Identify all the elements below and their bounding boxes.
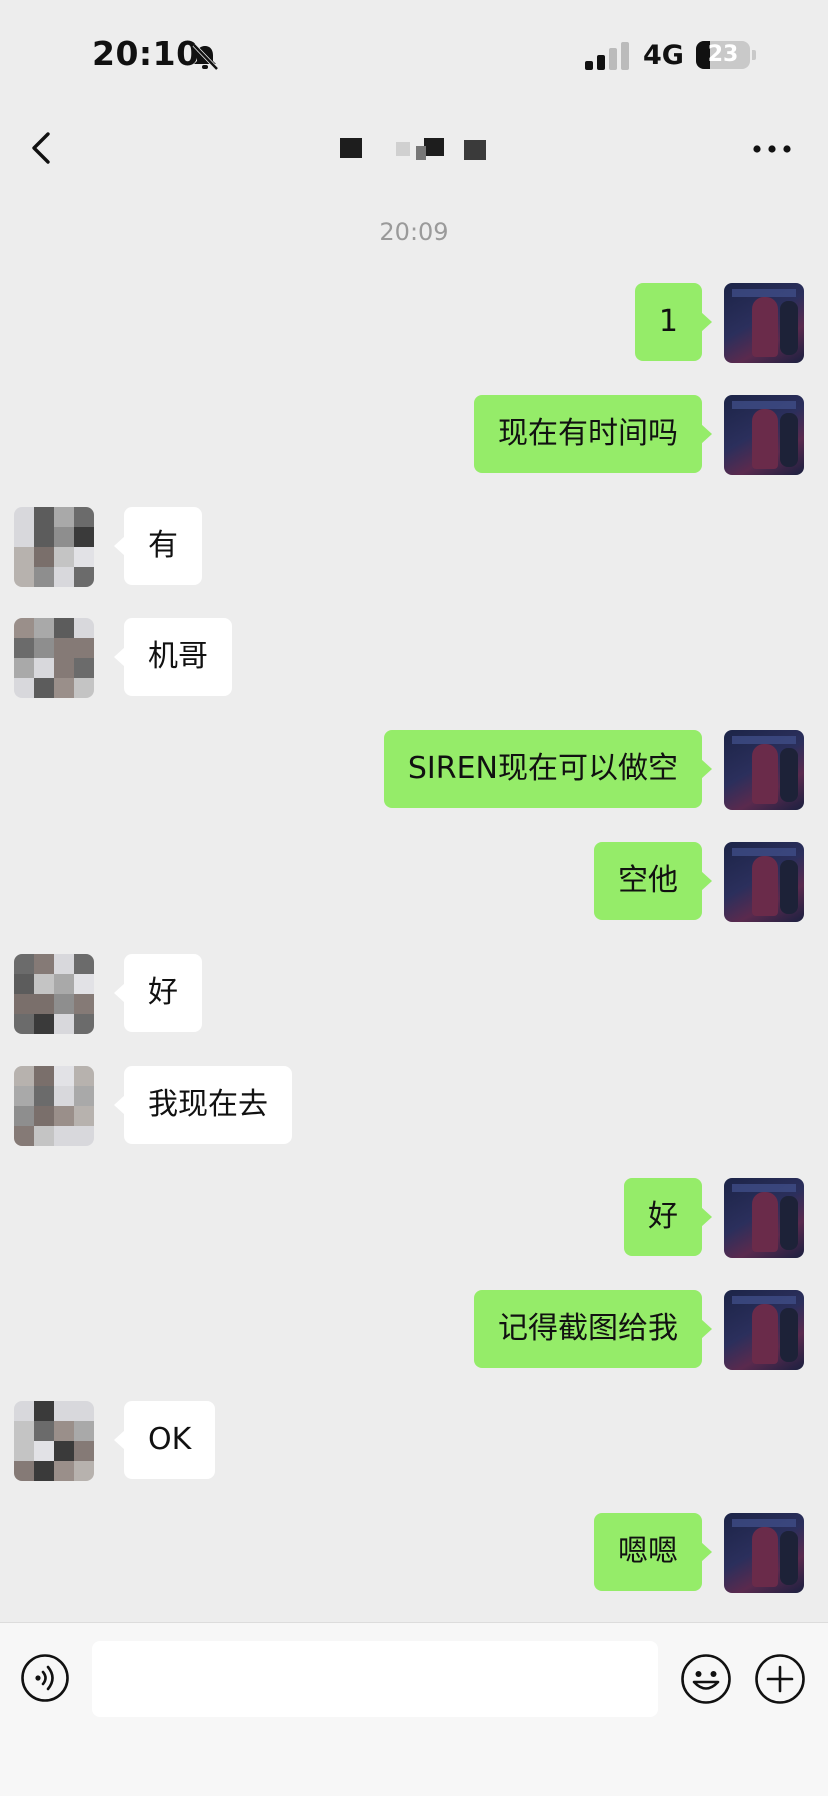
more-dots-icon[interactable] [752, 144, 792, 154]
message-bubble[interactable]: 1 [634, 283, 713, 361]
message-incoming: OK [0, 1401, 828, 1481]
message-incoming: 好 [0, 954, 828, 1034]
emoji-icon[interactable] [680, 1653, 732, 1705]
message-timestamp: 20:09 [379, 218, 449, 246]
message-outgoing: 空他 [0, 842, 828, 922]
message-incoming: 有 [0, 507, 828, 587]
message-bubble[interactable]: 机哥 [114, 618, 232, 696]
avatar-self[interactable] [724, 730, 804, 810]
plus-icon[interactable] [754, 1653, 806, 1705]
chat-header [0, 110, 828, 185]
bell-slash-icon [192, 43, 219, 71]
avatar-self[interactable] [724, 1513, 804, 1593]
message-bubble[interactable]: 好 [114, 954, 202, 1032]
message-bubble[interactable]: 有 [114, 507, 202, 585]
message-bubble[interactable]: OK [113, 1401, 216, 1479]
message-input[interactable] [92, 1641, 658, 1717]
message-outgoing: SIREN现在可以做空 [0, 730, 828, 810]
battery-tip [752, 50, 756, 60]
message-outgoing: 记得截图给我 [0, 1290, 828, 1370]
message-outgoing: 好 [0, 1178, 828, 1258]
network-type: 4G [643, 40, 684, 71]
message-incoming: 我现在去 [0, 1066, 828, 1146]
message-bubble[interactable]: 我现在去 [114, 1066, 292, 1144]
message-bubble[interactable]: 空他 [594, 842, 712, 920]
signal-icon [585, 42, 629, 70]
message-incoming: 机哥 [0, 618, 828, 698]
avatar-self[interactable] [724, 283, 804, 363]
avatar-contact[interactable] [14, 954, 94, 1034]
status-time: 20:10 [92, 34, 200, 73]
message-bubble[interactable]: SIREN现在可以做空 [383, 730, 713, 808]
avatar-self[interactable] [724, 842, 804, 922]
message-bubble[interactable]: 记得截图给我 [474, 1290, 712, 1368]
status-bar: 20:10 4G 23 [0, 0, 828, 110]
voice-icon[interactable] [20, 1653, 70, 1703]
message-bubble[interactable]: 嗯嗯 [594, 1513, 712, 1591]
message-bubble[interactable]: 现在有时间吗 [474, 395, 712, 473]
message-bubble[interactable]: 好 [624, 1178, 712, 1256]
avatar-contact[interactable] [14, 1401, 94, 1481]
input-bar [0, 1622, 828, 1796]
battery-level: 23 [707, 42, 739, 67]
avatar-self[interactable] [724, 395, 804, 475]
message-outgoing: 嗯嗯 [0, 1513, 828, 1593]
battery-icon: 23 [696, 41, 750, 69]
message-outgoing: 1 [0, 283, 828, 363]
avatar-contact[interactable] [14, 618, 94, 698]
avatar-contact[interactable] [14, 1066, 94, 1146]
chat-title-redacted [340, 132, 490, 162]
avatar-self[interactable] [724, 1178, 804, 1258]
avatar-contact[interactable] [14, 507, 94, 587]
chevron-left-icon[interactable] [28, 128, 58, 168]
message-outgoing: 现在有时间吗 [0, 395, 828, 475]
avatar-self[interactable] [724, 1290, 804, 1370]
